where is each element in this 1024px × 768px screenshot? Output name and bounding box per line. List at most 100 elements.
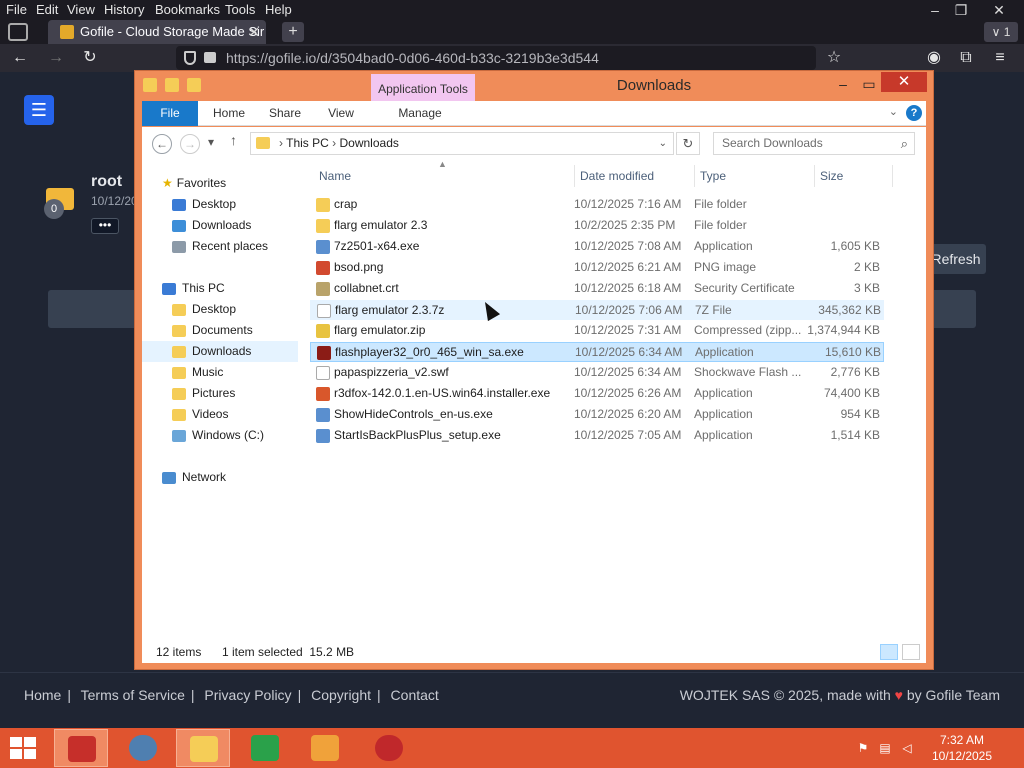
taskbar-media-player[interactable] bbox=[298, 729, 352, 767]
column-divider[interactable] bbox=[892, 165, 893, 187]
nav-pc-pictures[interactable]: Pictures bbox=[172, 383, 235, 404]
nav-pc-documents[interactable]: Documents bbox=[172, 320, 253, 341]
close-icon[interactable]: ✕ bbox=[984, 0, 1014, 20]
large-icons-view-icon[interactable] bbox=[902, 644, 920, 660]
forward-arrow-icon[interactable]: → bbox=[180, 134, 200, 154]
network-icon[interactable]: ▤ bbox=[878, 741, 892, 755]
volume-muted-icon[interactable]: ◁ bbox=[900, 741, 914, 755]
menu-file[interactable]: File bbox=[6, 2, 27, 17]
file-row[interactable]: 7z2501-x64.exe 10/12/2025 7:08 AM Applicat… bbox=[310, 237, 884, 257]
breadcrumb-downloads[interactable]: Downloads bbox=[340, 136, 399, 150]
more-options-button[interactable]: ••• bbox=[91, 218, 119, 234]
nav-fav-downloads[interactable]: Downloads bbox=[172, 215, 251, 236]
restore-icon[interactable]: ❐ bbox=[946, 0, 976, 20]
nav-network[interactable]: Network bbox=[162, 467, 226, 488]
new-tab-button[interactable]: + bbox=[282, 22, 304, 42]
lock-icon[interactable] bbox=[204, 52, 216, 63]
menu-tools[interactable]: Tools bbox=[225, 2, 255, 17]
tab-overview-icon[interactable] bbox=[8, 23, 28, 41]
explorer-titlebar[interactable]: Downloads – ▭ ✕ bbox=[135, 71, 933, 101]
footer-link-contact[interactable]: Contact bbox=[391, 687, 439, 703]
file-row[interactable]: ShowHideControls_en-us.exe 10/12/2025 6:2… bbox=[310, 405, 884, 425]
nav-pc-desktop[interactable]: Desktop bbox=[172, 299, 236, 320]
back-arrow-icon[interactable]: ← bbox=[10, 48, 30, 68]
search-input[interactable]: Search Downloads ⌕ bbox=[713, 132, 915, 155]
tab-gofile[interactable]: Gofile - Cloud Storage Made Sir ✕ bbox=[48, 20, 266, 44]
file-row[interactable]: flashplayer32_0r0_465_win_sa.exe 10/12/20… bbox=[310, 342, 884, 362]
app-menu-icon[interactable]: ≡ bbox=[990, 48, 1010, 68]
close-button[interactable]: ✕ bbox=[881, 72, 927, 92]
footer-link-home[interactable]: Home bbox=[24, 687, 61, 703]
file-row[interactable]: collabnet.crt 10/12/2025 6:18 AM Security … bbox=[310, 279, 884, 299]
tab-list-button[interactable]: ∨ 1 bbox=[984, 22, 1018, 42]
bookmark-star-icon[interactable]: ☆ bbox=[824, 48, 844, 68]
flag-icon[interactable]: ⚑ bbox=[856, 741, 870, 755]
file-row[interactable]: crap 10/12/2025 7:16 AM File folder bbox=[310, 195, 884, 215]
file-row[interactable]: flarg emulator 2.3.7z 10/12/2025 7:06 AM 7… bbox=[310, 300, 884, 320]
footer-link-terms[interactable]: Terms of Service bbox=[81, 687, 185, 703]
recent-locations-icon[interactable]: ▾ bbox=[208, 135, 214, 149]
menu-edit[interactable]: Edit bbox=[36, 2, 58, 17]
tab-file[interactable]: File bbox=[142, 101, 198, 126]
chevron-down-icon[interactable]: ⌄ bbox=[659, 133, 667, 154]
shield-icon[interactable] bbox=[184, 51, 196, 65]
minimize-icon[interactable]: – bbox=[831, 75, 855, 93]
column-date-modified[interactable]: Date modified bbox=[580, 169, 654, 183]
refresh-icon[interactable]: ↻ bbox=[676, 132, 700, 155]
address-bar[interactable]: › This PC › Downloads ⌄ bbox=[250, 132, 674, 155]
taskbar-alarms[interactable] bbox=[362, 729, 416, 767]
reload-icon[interactable]: ↻ bbox=[80, 48, 100, 68]
nav-pc-videos[interactable]: Videos bbox=[172, 404, 228, 425]
nav-favorites[interactable]: ★ Favorites bbox=[162, 173, 226, 194]
menu-history[interactable]: History bbox=[104, 2, 144, 17]
file-row[interactable]: papaspizzeria_v2.swf 10/12/2025 6:34 AM Sh… bbox=[310, 363, 884, 383]
url-bar[interactable]: https://gofile.io/d/3504bad0-0d06-460d-b… bbox=[176, 46, 816, 70]
expand-ribbon-icon[interactable]: ⌄ bbox=[889, 105, 898, 118]
start-button[interactable] bbox=[10, 737, 38, 761]
hamburger-menu-icon[interactable]: ☰ bbox=[24, 95, 54, 125]
clock-date[interactable]: 10/12/2025 bbox=[922, 749, 1002, 763]
breadcrumb-this-pc[interactable]: This PC bbox=[286, 136, 329, 150]
account-icon[interactable]: ◉ bbox=[924, 48, 944, 68]
tab-manage[interactable]: Manage bbox=[387, 101, 453, 126]
up-arrow-icon[interactable]: ↑ bbox=[230, 132, 237, 148]
menu-help[interactable]: Help bbox=[265, 2, 292, 17]
nav-this-pc[interactable]: This PC bbox=[162, 278, 225, 299]
back-arrow-icon[interactable]: ← bbox=[152, 134, 172, 154]
details-view-icon[interactable] bbox=[880, 644, 898, 660]
menu-bookmarks[interactable]: Bookmarks bbox=[155, 2, 220, 17]
column-divider[interactable] bbox=[574, 165, 575, 187]
extensions-icon[interactable]: ⧉ bbox=[956, 48, 976, 68]
footer-link-copyright[interactable]: Copyright bbox=[311, 687, 371, 703]
file-row[interactable]: r3dfox-142.0.1.en-US.win64.installer.exe… bbox=[310, 384, 884, 404]
menu-view[interactable]: View bbox=[67, 2, 95, 17]
tab-share[interactable]: Share bbox=[262, 101, 308, 126]
tab-home[interactable]: Home bbox=[204, 101, 254, 126]
file-row[interactable]: flarg emulator.zip 10/12/2025 7:31 AM Comp… bbox=[310, 321, 884, 341]
taskbar-app-store[interactable] bbox=[238, 729, 292, 767]
refresh-button[interactable]: Refresh bbox=[926, 244, 986, 274]
tab-close-icon[interactable]: ✕ bbox=[248, 20, 260, 44]
footer-link-privacy[interactable]: Privacy Policy bbox=[204, 687, 291, 703]
column-divider[interactable] bbox=[814, 165, 815, 187]
maximize-icon[interactable]: ▭ bbox=[857, 75, 881, 93]
clock-time[interactable]: 7:32 AM bbox=[922, 733, 1002, 747]
file-row[interactable]: StartIsBackPlusPlus_setup.exe 10/12/2025 … bbox=[310, 426, 884, 446]
tab-view[interactable]: View bbox=[318, 101, 364, 126]
nav-fav-recent[interactable]: Recent places bbox=[172, 236, 268, 257]
forward-arrow-icon[interactable]: → bbox=[46, 48, 66, 68]
taskbar-app-browser[interactable] bbox=[116, 729, 170, 767]
help-icon[interactable]: ? bbox=[906, 105, 922, 121]
column-name[interactable]: Name bbox=[319, 169, 351, 183]
nav-fav-desktop[interactable]: Desktop bbox=[172, 194, 236, 215]
file-row[interactable]: flarg emulator 2.3 10/2/2025 2:35 PM File … bbox=[310, 216, 884, 236]
column-size[interactable]: Size bbox=[820, 169, 843, 183]
column-divider[interactable] bbox=[694, 165, 695, 187]
taskbar-app-red[interactable] bbox=[54, 729, 108, 767]
taskbar-file-explorer[interactable] bbox=[176, 729, 230, 767]
nav-pc-downloads[interactable]: Downloads bbox=[142, 341, 298, 362]
nav-pc-music[interactable]: Music bbox=[172, 362, 223, 383]
file-row[interactable]: bsod.png 10/12/2025 6:21 AM PNG image 2 KB bbox=[310, 258, 884, 278]
column-type[interactable]: Type bbox=[700, 169, 726, 183]
nav-pc-windows-c[interactable]: Windows (C:) bbox=[172, 425, 264, 446]
